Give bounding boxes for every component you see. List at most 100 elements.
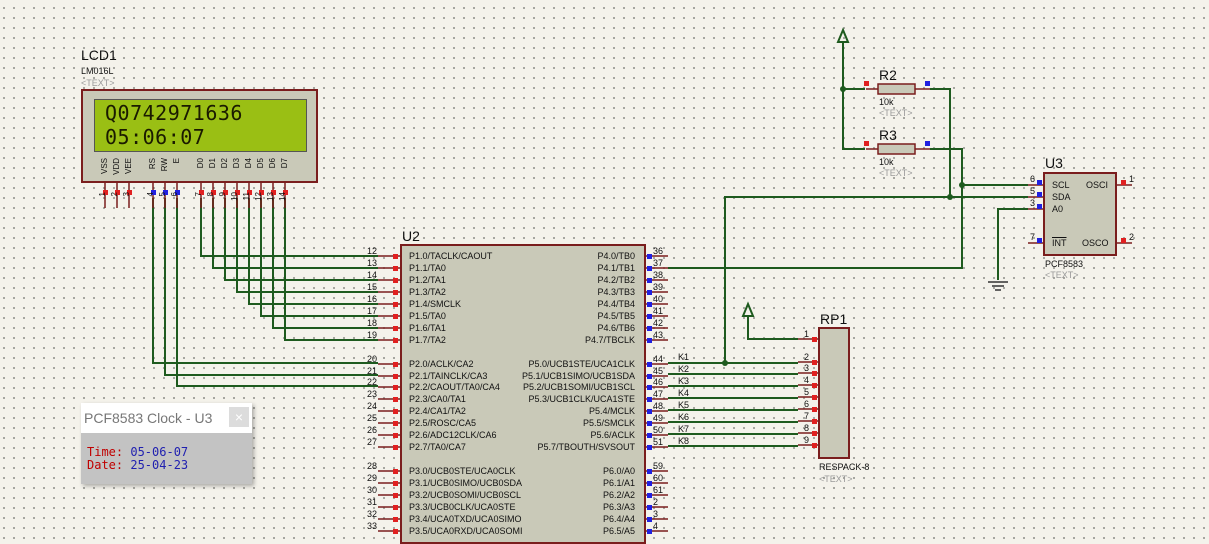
- lcd1-pin-label: VDD: [112, 158, 121, 175]
- u2-left-pin-marker: [393, 469, 398, 474]
- u2-left-pin-number: 32: [366, 509, 377, 519]
- u2-right-pin-marker: [647, 278, 652, 283]
- u2-left-pin-marker: [393, 397, 398, 402]
- close-icon[interactable]: ×: [229, 407, 249, 427]
- u2-right-pin-number: 47: [653, 389, 664, 399]
- lcd1-pin-label: RW: [160, 158, 169, 172]
- u2-right-pin-marker: [647, 505, 652, 510]
- u2-right-pin-marker: [647, 374, 652, 379]
- u3-pin-marker: [1037, 204, 1042, 209]
- lcd1-screen: Q0742971636 05:06:07: [94, 99, 307, 152]
- u2-right-pin-marker: [647, 302, 652, 307]
- u2-left-pin-name: P2.3/CA0/TA1: [409, 394, 466, 404]
- u2-left-pin-number: 21: [366, 366, 377, 376]
- u2-right-pin-marker: [647, 385, 652, 390]
- u2-left-pin-number: 29: [366, 473, 377, 483]
- r2-ref: R2: [879, 67, 897, 83]
- u3-pin-sda-name: SDA: [1052, 192, 1071, 202]
- rp1-pin-number: 4: [804, 375, 810, 385]
- u3-pin-1-num: 1: [1129, 174, 1135, 184]
- u3-pin-marker: [1121, 180, 1126, 185]
- u2-left-pin-number: 18: [366, 318, 377, 328]
- u3-ref: U3: [1045, 155, 1063, 171]
- u3-pin-5-num: 5: [1030, 186, 1036, 196]
- clock-time-value: 05-06-07: [130, 445, 189, 459]
- u2-left-pin-name: P2.2/CAOUT/TA0/CA4: [409, 382, 500, 392]
- lcd1-pin-label: VSS: [100, 158, 109, 175]
- lcd1-pin-number: 12: [254, 192, 263, 201]
- u2-right-pin-name: P5.5/SMCLK: [582, 418, 635, 428]
- u2-right-pin-marker: [647, 433, 652, 438]
- u2-left-pin-marker: [393, 433, 398, 438]
- u2-left-pin-number: 23: [366, 389, 377, 399]
- u2-right-pin-marker: [647, 362, 652, 367]
- u2-net-label: K3: [678, 376, 690, 386]
- lcd1-pin-number: 1: [98, 192, 107, 197]
- clock-popup-window[interactable]: PCF8583 Clock - U3 × Time: 05-06-07 Date…: [81, 403, 252, 484]
- rp1-pin-marker: [812, 337, 817, 342]
- u2-right-pin-name: P6.1/A1: [602, 478, 635, 488]
- u2-right-pin-number: 45: [653, 366, 664, 376]
- clock-date-row: Date: 25-04-23: [87, 458, 188, 472]
- u2-left-pin-number: 13: [366, 258, 377, 268]
- u2-left-pin-name: P1.0/TACLK/CAOUT: [409, 251, 493, 261]
- u2-left-pin-name: P1.1/TA0: [409, 263, 446, 273]
- u3-pin-6-num: 6: [1030, 174, 1036, 184]
- u2-left-pin-name: P1.5/TA0: [409, 311, 446, 321]
- u2-right-pin-name: P5.3/UCB1CLK/UCA1STE: [528, 394, 635, 404]
- u2-right-pin-marker: [647, 469, 652, 474]
- u2-right-pin-number: 49: [653, 413, 664, 423]
- u2-left-pin-marker: [393, 421, 398, 426]
- lcd1-pin-number: 8: [206, 192, 215, 197]
- rp1-pin-number: 7: [804, 411, 810, 421]
- u2-left-pin-number: 25: [366, 413, 377, 423]
- clock-popup-titlebar[interactable]: PCF8583 Clock - U3 ×: [81, 403, 252, 433]
- lcd1-pin-number: 2: [110, 192, 119, 197]
- u3-pin-int-name: INT: [1052, 238, 1067, 248]
- clock-time-row: Time: 05-06-07: [87, 445, 188, 459]
- u2-left-pin-name: P2.7/TA0/CA7: [409, 442, 466, 452]
- lcd1-pin-number: 10: [230, 192, 239, 201]
- u2-left-pin-number: 26: [366, 425, 377, 435]
- lcd1-line2: 05:06:07: [105, 125, 206, 149]
- clock-date-value: 25-04-23: [130, 458, 189, 472]
- lcd1-pin-label: VEE: [124, 158, 133, 175]
- u2-right-pin-number: 42: [653, 318, 664, 328]
- u2-right-pin-number: 41: [653, 306, 664, 316]
- u2-right-pin-marker: [647, 397, 652, 402]
- rp1-pin-number: 8: [804, 423, 810, 433]
- u2-right-pin-number: 61: [653, 485, 664, 495]
- rp1-pin-marker: [812, 360, 817, 365]
- u2-left-pin-number: 27: [366, 437, 377, 447]
- u2-right-pin-marker: [647, 517, 652, 522]
- u2-left-pin-name: P2.5/ROSC/CA5: [409, 418, 477, 428]
- u2-right-pin-number: 59: [653, 461, 664, 471]
- u2-right-pin-name: P5.0/UCB1STE/UCA1CLK: [528, 359, 635, 369]
- u2-right-pin-name: P4.4/TB4: [597, 299, 635, 309]
- u2-left-pin-number: 22: [366, 377, 377, 387]
- u2-right-pin-name: P6.2/A2: [602, 490, 635, 500]
- rp1-body[interactable]: [818, 327, 850, 459]
- lcd1-text-tag: <TEXT>: [81, 78, 115, 88]
- clock-popup-title: PCF8583 Clock - U3: [84, 410, 213, 426]
- u3-pin-scl-name: SCL: [1052, 180, 1070, 190]
- r2-text-tag: <TEXT>: [879, 108, 913, 118]
- u3-part: PCF8583: [1045, 259, 1084, 269]
- rp1-ref: RP1: [820, 311, 848, 327]
- u2-left-pin-marker: [393, 481, 398, 486]
- u2-left-pin-name: P1.7/TA2: [409, 335, 446, 345]
- u2-right-pin-number: 3: [653, 509, 659, 519]
- u3-pin-marker: [1037, 192, 1042, 197]
- u2-left-pin-marker: [393, 290, 398, 295]
- lcd1-pin-number: 7: [194, 192, 203, 197]
- u2-left-pin-number: 14: [366, 270, 377, 280]
- u2-left-pin-name: P3.3/UCB0CLK/UCA0STE: [409, 502, 516, 512]
- u3-pin-marker: [1037, 180, 1042, 185]
- rp1-part: RESPACK-8: [819, 462, 870, 472]
- u2-left-pin-name: P2.6/ADC12CLK/CA6: [409, 430, 497, 440]
- lcd1-pin-label: D6: [268, 158, 277, 169]
- u2-right-pin-number: 60: [653, 473, 664, 483]
- rp1-pin-marker: [812, 395, 817, 400]
- u2-right-pin-number: 46: [653, 377, 664, 387]
- u2-right-pin-marker: [647, 314, 652, 319]
